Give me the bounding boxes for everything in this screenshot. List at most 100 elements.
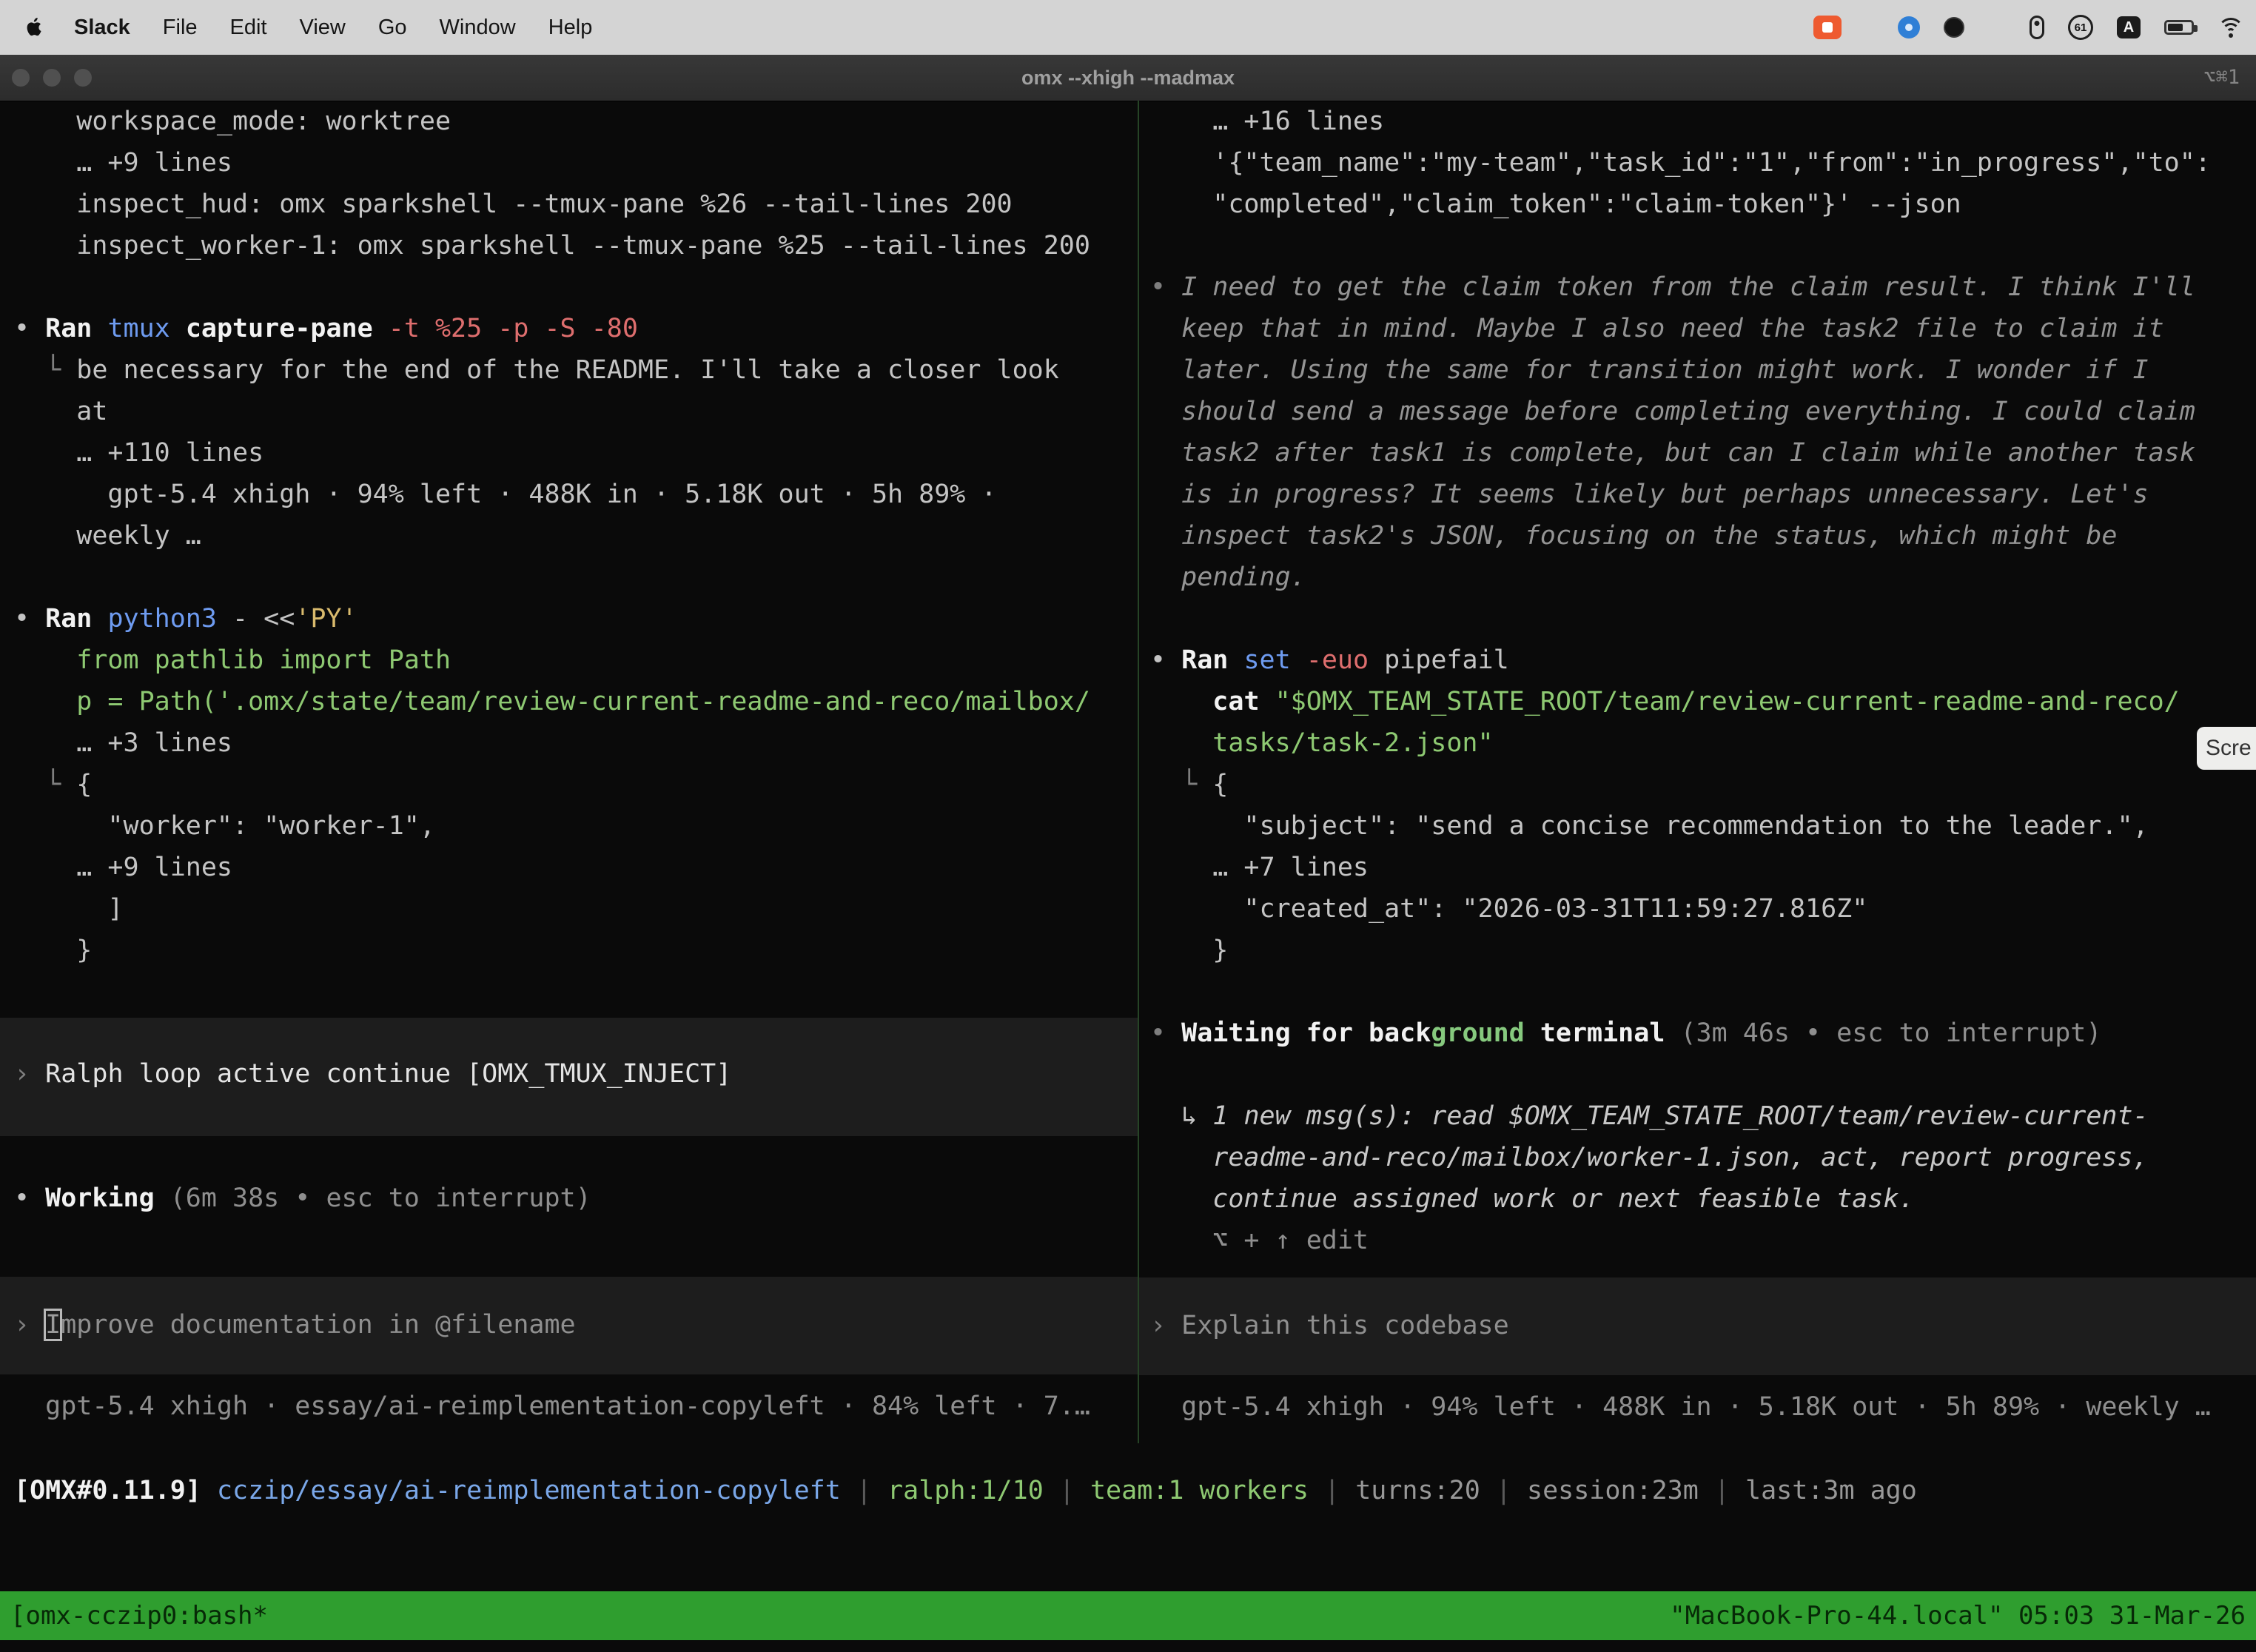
terminal-line: └ { — [1150, 764, 2256, 805]
tmux-status-bar: [omx-cczip0:bash* "MacBook-Pro-44.local"… — [0, 1591, 2256, 1640]
text-segment: p = Path('.omx/state/team/review-current… — [14, 687, 1090, 716]
text-segment: … +3 lines — [14, 728, 232, 758]
menubar-item-window[interactable]: Window — [440, 16, 516, 40]
terminal-line: "worker": "worker-1", — [14, 805, 1138, 847]
terminal-line: ⌥ + ↑ edit — [1150, 1220, 2256, 1261]
screen-recording-indicator[interactable] — [1813, 16, 1842, 39]
text-segment: continue assigned work or next feasible … — [1150, 1184, 1915, 1214]
text-segment: | — [841, 1476, 887, 1505]
text-segment: (6m 38s • esc to interrupt) — [170, 1183, 591, 1213]
text-segment: 'PY' — [295, 604, 357, 634]
text-segment: ground — [1431, 1018, 1524, 1048]
terminal-line: later. Using the same for transition mig… — [1150, 349, 2256, 391]
keyhole-icon[interactable] — [2030, 16, 2044, 39]
text-segment: › — [14, 1310, 45, 1340]
window-title: omx --xhigh --madmax — [0, 55, 2256, 101]
menubar-item-go[interactable]: Go — [378, 16, 407, 40]
text-segment: I — [45, 1310, 61, 1340]
text-segment: "completed","claim_token":"claim-token"}… — [1150, 189, 1961, 219]
text-segment: • — [1150, 1018, 1181, 1048]
terminal-line: should send a message before completing … — [1150, 391, 2256, 432]
text-segment: tmux — [107, 314, 185, 343]
terminal-blank-line — [1150, 225, 2256, 266]
screen: Slack File Edit View Go Window Help 61 A… — [0, 0, 2256, 1652]
prompt-input-text: › Ralph loop active continue [OMX_TMUX_I… — [14, 1053, 1138, 1095]
text-segment: -euo — [1306, 645, 1384, 675]
text-segment: later. Using the same for transition mig… — [1150, 355, 2149, 385]
text-segment: set — [1243, 645, 1306, 675]
screen-capture-overlay[interactable]: Scre — [2197, 727, 2256, 770]
menubar-item-help[interactable]: Help — [548, 16, 593, 40]
terminal-line: keep that in mind. Maybe I also need the… — [1150, 308, 2256, 349]
wifi-icon[interactable] — [2218, 18, 2244, 38]
terminal-line: └ be necessary for the end of the README… — [14, 349, 1138, 391]
text-segment: is in progress? It seems likely but perh… — [1150, 480, 2149, 509]
blue-app-icon[interactable] — [1898, 16, 1920, 38]
omx-hud-status-line: [OMX#0.11.9] cczip/essay/ai-reimplementa… — [0, 1470, 2256, 1511]
terminal-line: • Ran tmux capture-pane -t %25 -p -S -80 — [14, 308, 1138, 349]
text-segment: … +9 lines — [14, 853, 232, 882]
text-segment: readme-and-reco/mailbox/worker-1.json, a… — [1150, 1143, 2149, 1172]
text-segment: Ran — [45, 604, 107, 634]
text-segment: last:3m ago — [1745, 1476, 1917, 1505]
text-segment: | — [1044, 1476, 1090, 1505]
terminal-blank-line — [1150, 598, 2256, 639]
terminal-line: cat "$OMX_TEAM_STATE_ROOT/team/review-cu… — [1150, 681, 2256, 722]
text-segment: Ralph loop active continue [OMX_TMUX_INJ… — [45, 1059, 731, 1089]
terminal-line: from pathlib import Path — [14, 639, 1138, 681]
text-segment: { — [1212, 770, 1228, 799]
terminal-line: workspace_mode: worktree — [14, 101, 1138, 142]
terminal-line: pending. — [1150, 557, 2256, 598]
terminal-line: is in progress? It seems likely but perh… — [1150, 474, 2256, 515]
menubar-app-name[interactable]: Slack — [74, 16, 130, 40]
text-segment: • — [1150, 272, 1181, 302]
text-segment: gpt-5.4 xhigh · essay/ai-reimplementatio… — [14, 1391, 1090, 1421]
text-segment: weekly … — [14, 521, 201, 551]
text-segment: } — [1150, 936, 1228, 965]
terminal-line: tasks/task-2.json" — [1150, 722, 2256, 764]
prompt-input-row[interactable]: › Ralph loop active continue [OMX_TMUX_I… — [0, 1018, 1138, 1136]
menubar-item-file[interactable]: File — [163, 16, 198, 40]
text-segment: team:1 workers — [1090, 1476, 1309, 1505]
text-segment: I need to get the claim token from the c… — [1181, 272, 2195, 302]
text-segment: • — [1150, 645, 1181, 675]
tmux-left-pane[interactable]: workspace_mode: worktree … +9 lines insp… — [0, 101, 1138, 1427]
terminal-line: "subject": "send a concise recommendatio… — [1150, 805, 2256, 847]
menubar-item-view[interactable]: View — [300, 16, 346, 40]
text-segment: | — [1699, 1476, 1745, 1505]
window-tab-shortcut: ⌥⌘1 — [2203, 55, 2240, 101]
text-segment: session:23m — [1527, 1476, 1699, 1505]
text-segment: "created_at": "2026-03-31T11:59:27.816Z" — [1150, 894, 1867, 924]
text-segment: pending. — [1150, 563, 1306, 592]
terminal-line: … +110 lines — [14, 432, 1138, 474]
text-segment: turns:20 — [1355, 1476, 1480, 1505]
dark-circle-icon[interactable] — [1944, 17, 1964, 38]
menubar-item-edit[interactable]: Edit — [230, 16, 267, 40]
text-segment: • — [14, 1183, 45, 1213]
battery-icon[interactable] — [2164, 20, 2194, 35]
text-segment: └ — [14, 355, 76, 385]
terminal-line: "created_at": "2026-03-31T11:59:27.816Z" — [1150, 888, 2256, 930]
tmux-host-clock: "MacBook-Pro-44.local" 05:03 31-Mar-26 — [1670, 1601, 2246, 1631]
prompt-input-row[interactable]: › Improve documentation in @filename — [0, 1277, 1138, 1374]
terminal-line: "completed","claim_token":"claim-token"}… — [1150, 184, 2256, 225]
prompt-input-row[interactable]: › Explain this codebase — [1139, 1277, 2256, 1375]
text-segment: … +7 lines — [1150, 853, 1369, 882]
text-segment: ⌥ + ↑ edit — [1150, 1226, 1369, 1255]
terminal-line: … +9 lines — [14, 142, 1138, 184]
text-segment: -t %25 -p -S -80 — [389, 314, 638, 343]
prompt-input-text: › Improve documentation in @filename — [14, 1304, 1138, 1346]
text-segment: tasks/task-2.json" — [1150, 728, 1494, 758]
terminal-blank-line — [14, 557, 1138, 598]
text-segment: Waiting for back — [1181, 1018, 1431, 1048]
text-segment: ↳ — [1150, 1101, 1212, 1131]
terminal-line: └ { — [14, 764, 1138, 805]
terminal-line: … +7 lines — [1150, 847, 2256, 888]
macos-menu-bar: Slack File Edit View Go Window Help 61 A — [0, 0, 2256, 55]
tmux-right-pane[interactable]: … +16 lines '{"team_name":"my-team","tas… — [1139, 101, 2256, 1428]
terminal-line: inspect_worker-1: omx sparkshell --tmux-… — [14, 225, 1138, 266]
battery-percent-badge[interactable]: 61 — [2068, 15, 2093, 40]
apple-menu-icon[interactable] — [25, 18, 41, 38]
text-segment: inspect_hud: omx sparkshell --tmux-pane … — [14, 189, 1013, 219]
input-source-icon[interactable]: A — [2117, 16, 2141, 38]
